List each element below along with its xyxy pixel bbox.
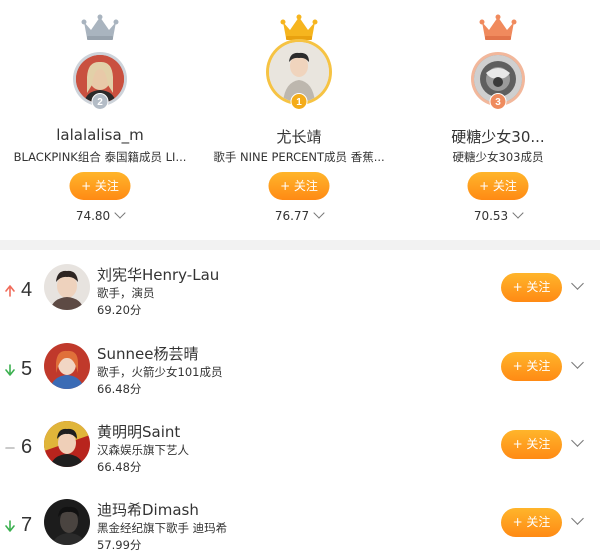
- chevron-down-icon: [512, 207, 524, 219]
- score-value: 74.80: [75, 209, 111, 223]
- top-three-podium: 2 lalalalisa_m BLACKPINK组合 泰国籍成员 LI... +…: [0, 0, 600, 240]
- bronze-crown-icon: [479, 14, 517, 40]
- score-value: 70.53: [473, 209, 509, 223]
- rank-badge: 1: [290, 93, 308, 110]
- chevron-down-icon[interactable]: [571, 434, 584, 447]
- section-divider: [0, 240, 600, 250]
- user-description: 歌手，火箭少女101成员: [97, 365, 223, 379]
- rank-badge: 2: [91, 93, 109, 110]
- user-description: 黑金经纪旗下歌手 迪玛希: [97, 521, 228, 535]
- score-value: 66.48分: [97, 460, 142, 474]
- score-value: 66.48分: [97, 382, 142, 396]
- list-item[interactable]: 4 刘宪华Henry-Lau 歌手，演员 69.20分 + 关注: [0, 264, 600, 342]
- list-item[interactable]: 6 黄明明Saint 汉森娱乐旗下艺人 66.48分 + 关注: [0, 421, 600, 499]
- list-item[interactable]: 7 迪玛希Dimash 黑金经纪旗下歌手 迪玛希 57.99分 + 关注: [0, 499, 600, 555]
- chevron-down-icon: [114, 207, 126, 219]
- score-value: 69.20分: [97, 303, 142, 317]
- user-name[interactable]: lalalalisa_m: [0, 126, 200, 144]
- trend-down-icon: [5, 520, 15, 532]
- score-value: 57.99分: [97, 538, 142, 552]
- follow-button[interactable]: + 关注: [501, 508, 562, 537]
- rank-number: 4: [21, 279, 33, 301]
- user-name[interactable]: 黄明明Saint: [97, 421, 180, 442]
- rank-number: 7: [21, 514, 33, 536]
- follow-button[interactable]: + 关注: [467, 172, 529, 200]
- chevron-down-icon[interactable]: [571, 356, 584, 369]
- rank-number: 5: [21, 358, 33, 380]
- chevron-down-icon[interactable]: [571, 277, 584, 290]
- chevron-down-icon[interactable]: [571, 512, 584, 525]
- list-item[interactable]: 5 Sunnee杨芸晴 歌手，火箭少女101成员 66.48分 + 关注: [0, 343, 600, 421]
- user-description: 硬糖少女303成员: [452, 150, 544, 164]
- user-description: 歌手 NINE PERCENT成员 香蕉...: [213, 150, 385, 164]
- avatar[interactable]: [44, 264, 90, 310]
- avatar[interactable]: [44, 343, 90, 389]
- score-toggle[interactable]: 70.53: [398, 207, 598, 223]
- trend-up-icon: [5, 285, 15, 297]
- chevron-down-icon: [313, 207, 325, 219]
- gold-crown-icon: [280, 14, 318, 40]
- score-toggle[interactable]: 76.77: [199, 207, 399, 223]
- follow-button[interactable]: + 关注: [69, 172, 131, 200]
- follow-button[interactable]: + 关注: [501, 273, 562, 302]
- user-description: BLACKPINK组合 泰国籍成员 LI...: [13, 150, 187, 164]
- user-name[interactable]: Sunnee杨芸晴: [97, 343, 199, 364]
- user-name[interactable]: 硬糖少女30...: [398, 126, 598, 147]
- follow-button[interactable]: + 关注: [268, 172, 330, 200]
- trend-flat-icon: [5, 447, 15, 449]
- user-name[interactable]: 尤长靖: [199, 126, 399, 147]
- podium-rank-3: 3 硬糖少女30... 硬糖少女303成员 + 关注 70.53: [398, 0, 598, 240]
- score-value: 76.77: [274, 209, 310, 223]
- score-toggle[interactable]: 74.80: [0, 207, 200, 223]
- follow-button[interactable]: + 关注: [501, 430, 562, 459]
- user-name[interactable]: 迪玛希Dimash: [97, 499, 199, 520]
- trend-down-icon: [5, 364, 15, 376]
- silver-crown-icon: [81, 14, 119, 40]
- podium-rank-2: 2 lalalalisa_m BLACKPINK组合 泰国籍成员 LI... +…: [0, 0, 200, 240]
- user-description: 汉森娱乐旗下艺人: [97, 443, 189, 457]
- user-description: 歌手，演员: [97, 286, 155, 300]
- podium-rank-1: 1 尤长靖 歌手 NINE PERCENT成员 香蕉... + 关注 76.77: [199, 0, 399, 240]
- user-name[interactable]: 刘宪华Henry-Lau: [97, 264, 219, 285]
- rank-number: 6: [21, 436, 33, 458]
- rank-badge: 3: [489, 93, 507, 110]
- follow-button[interactable]: + 关注: [501, 352, 562, 381]
- avatar[interactable]: [44, 499, 90, 545]
- avatar[interactable]: [44, 421, 90, 467]
